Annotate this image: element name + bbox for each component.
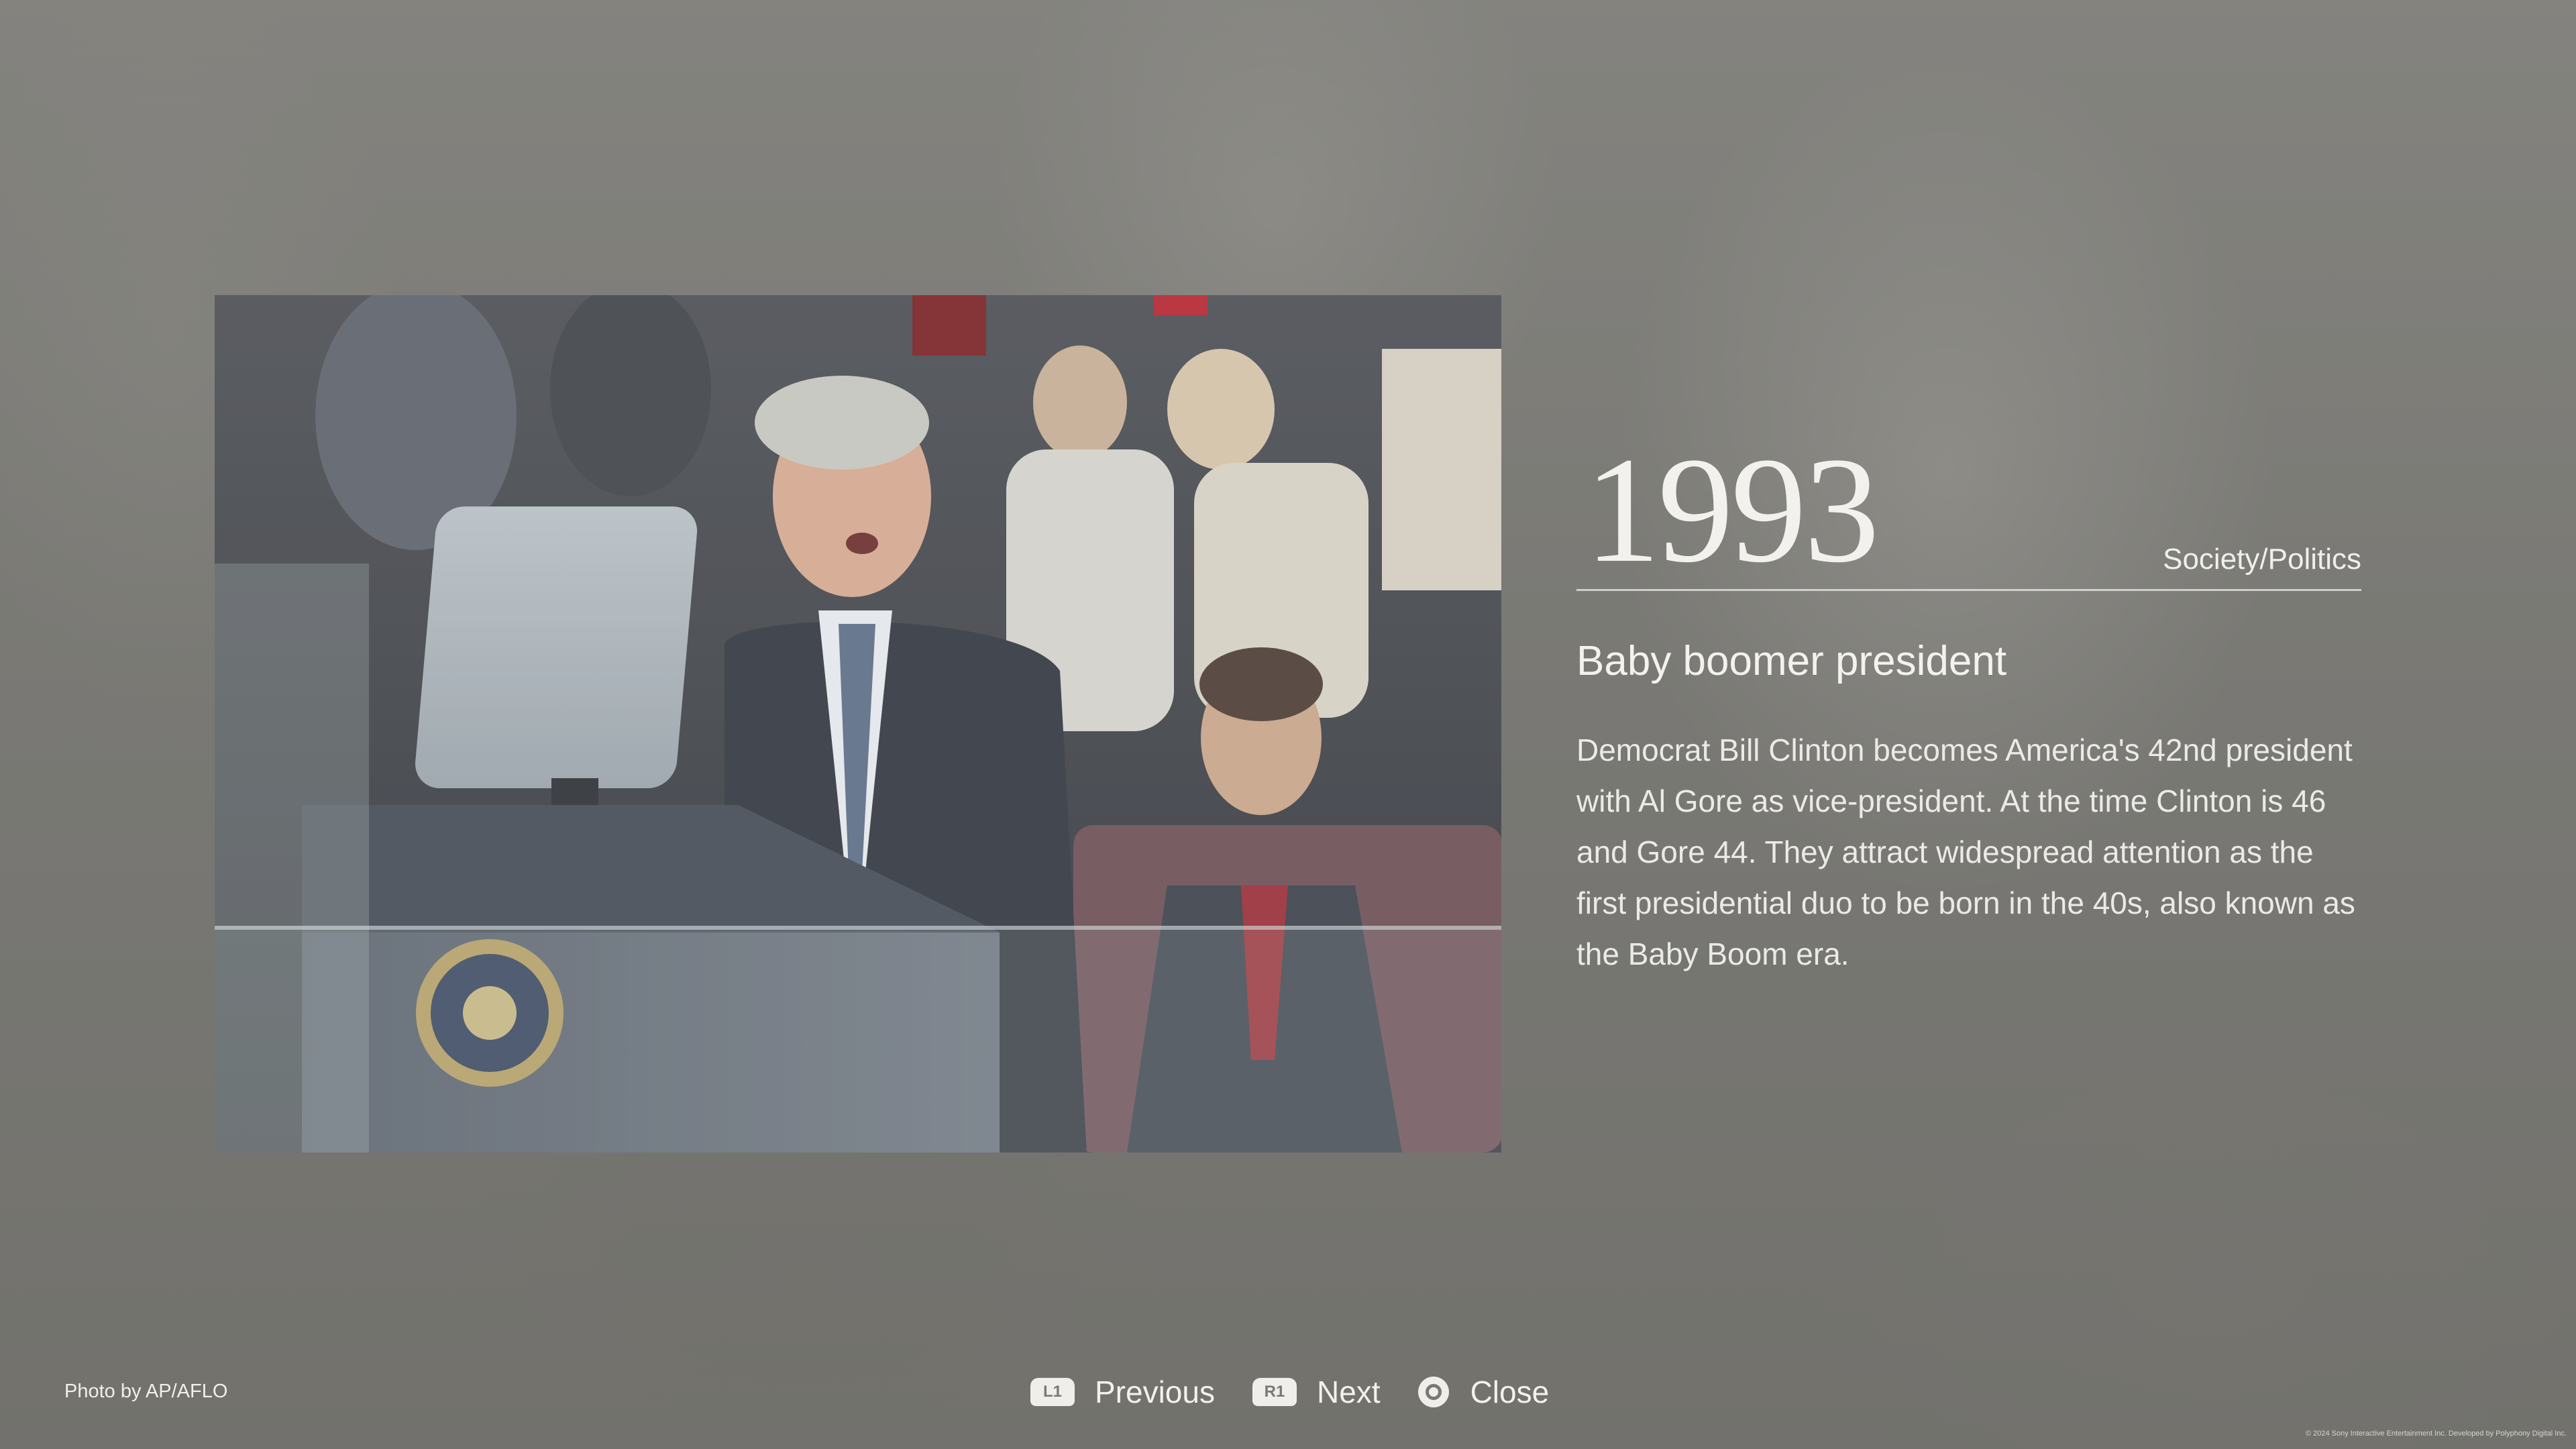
close-label: Close (1470, 1375, 1550, 1409)
event-category: Society/Politics (2163, 543, 2361, 576)
legal-notice: © 2024 Sony Interactive Entertainment In… (2305, 1430, 2567, 1438)
next-button[interactable]: R1 Next (1252, 1372, 1381, 1412)
r1-button-icon: R1 (1252, 1378, 1297, 1406)
photo-credit: Photo by AP/AFLO (64, 1381, 228, 1402)
previous-button[interactable]: L1 Previous (1030, 1372, 1215, 1412)
close-button[interactable]: Close (1417, 1372, 1550, 1412)
l1-button-icon: L1 (1030, 1378, 1075, 1406)
event-photo (215, 295, 1501, 1152)
next-label: Next (1316, 1375, 1381, 1409)
divider (1576, 589, 2361, 591)
event-headline: Baby boomer president (1576, 638, 2007, 684)
controller-hints: L1 Previous R1 Next Close (1030, 1368, 1587, 1415)
event-description: Democrat Bill Clinton becomes America's … (1576, 733, 2355, 971)
circle-button-icon (1417, 1377, 1449, 1407)
previous-label: Previous (1095, 1375, 1215, 1409)
event-year: 1993 (1585, 426, 1880, 594)
